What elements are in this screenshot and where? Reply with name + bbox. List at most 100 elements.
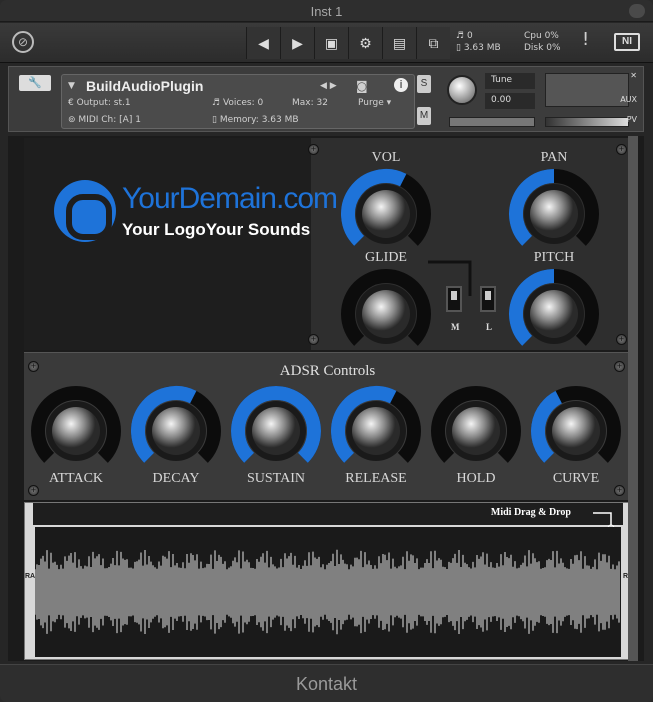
volume-slider[interactable] [545, 117, 629, 127]
ni-logo[interactable]: NI [614, 33, 640, 51]
screw-icon: + [614, 361, 625, 372]
warning-icon[interactable]: ! [582, 29, 589, 50]
camera-icon[interactable]: ◙ [356, 79, 368, 93]
cpu-value: 0% [544, 31, 559, 41]
decay-knob[interactable] [130, 385, 222, 477]
memory-field: ▯ Memory: 3.63 MB [212, 115, 299, 125]
layout-icon[interactable]: ▤ [382, 27, 416, 59]
collapse-icon[interactable]: ▼ [68, 81, 75, 91]
level-meter [545, 73, 629, 107]
midi-value: [A] 1 [119, 115, 141, 125]
output-label: Output: [76, 98, 111, 108]
pitch-knob[interactable] [508, 268, 600, 360]
disk-readout: Disk 0% [524, 43, 561, 53]
vol-knob[interactable] [340, 168, 432, 260]
app-name: Kontakt [295, 674, 358, 694]
decay-label: DECAY [152, 471, 200, 486]
curve-knob[interactable] [530, 385, 622, 477]
midi-drag-bar: Midi Drag & Drop [33, 503, 623, 531]
prev-button[interactable]: ◀ [246, 27, 280, 59]
voices-label: Voices: [222, 98, 255, 108]
tune-value[interactable]: 0.00 [485, 93, 535, 109]
vol-label: VOL [371, 150, 401, 165]
purge-dropdown[interactable]: Purge ▾ [358, 98, 391, 108]
attack-knob[interactable] [30, 385, 122, 477]
instrument-header: 🔧 ▼ BuildAudioPlugin ◀ ▶ ◙ i € Output: s… [8, 66, 644, 132]
tune-label: Tune [485, 73, 535, 89]
waveform-path [35, 549, 620, 635]
instrument-panel: YourDemain.com Your LogoYour Sounds + + … [8, 136, 644, 661]
pan-label: PAN [540, 150, 568, 165]
release-label: RELEASE [345, 471, 407, 486]
glide-knob[interactable] [340, 268, 432, 360]
next-button[interactable]: ▶ [280, 27, 314, 59]
memory-count: 3.63 MB [463, 43, 501, 53]
memory-label: Memory: [219, 115, 259, 125]
info-icon[interactable]: i [394, 78, 408, 92]
tune-knob[interactable] [447, 75, 477, 105]
side-tag-left: RAP [25, 573, 40, 580]
adsr-title: ADSR Controls [279, 363, 376, 379]
scrollbar[interactable] [628, 136, 638, 661]
gear-icon[interactable]: ⚙ [348, 27, 382, 59]
mono-switch[interactable] [446, 286, 462, 312]
max-label: Max: [292, 98, 314, 108]
voices-value: 0 [257, 98, 264, 108]
minimize-view-icon[interactable]: ⧉ [416, 27, 450, 59]
cpu-readout: Cpu 0% [524, 31, 559, 41]
release-knob[interactable] [330, 385, 422, 477]
screw-icon: + [308, 144, 319, 155]
waveform-panel: Midi Drag & Drop RAP RAP [24, 502, 638, 660]
wrench-icon[interactable]: 🔧 [19, 75, 51, 91]
pv-button[interactable]: PV [627, 115, 637, 124]
memory-readout: ▯ 3.63 MB [456, 43, 501, 53]
pan-slider[interactable] [449, 117, 535, 127]
logo-area: YourDemain.com Your LogoYour Sounds [24, 138, 338, 350]
voices-readout: ♬ 0 [456, 31, 473, 41]
purge-label: Purge [358, 98, 384, 108]
instrument-info-box: ▼ BuildAudioPlugin ◀ ▶ ◙ i € Output: st.… [61, 74, 415, 129]
waveform-display[interactable] [35, 527, 621, 657]
logo-domain: YourDemain.com [122, 182, 338, 215]
sustain-knob[interactable] [230, 385, 322, 477]
disk-value: 0% [546, 43, 561, 53]
solo-button[interactable]: S [417, 75, 431, 93]
mute-button[interactable]: M [417, 107, 431, 125]
voices-field: ♬ Voices: 0 [212, 98, 264, 108]
window-close-button[interactable] [629, 4, 645, 18]
legato-switch[interactable] [480, 286, 496, 312]
hold-label: HOLD [456, 471, 496, 486]
pan-knob[interactable] [508, 168, 600, 260]
midi-label: MIDI Ch: [78, 115, 117, 125]
title-bar: Inst 1 [0, 0, 653, 22]
adsr-panel: ADSR Controls + + + + ATTACK DECAY SUSTAIN… [24, 352, 631, 500]
aux-button[interactable]: AUX [620, 95, 637, 104]
screw-icon: + [616, 144, 627, 155]
status-bar: Kontakt [0, 664, 653, 702]
close-icon[interactable]: ✕ [630, 71, 637, 80]
midi-channel-field[interactable]: ⊚ MIDI Ch: [A] 1 [68, 115, 141, 125]
save-icon[interactable]: ▣ [314, 27, 348, 59]
voices-count: 0 [466, 31, 473, 41]
attack-label: ATTACK [48, 471, 104, 486]
hold-knob[interactable] [430, 385, 522, 477]
screw-icon: + [308, 334, 319, 345]
mono-switch-label: M [451, 322, 460, 332]
instrument-prev-next[interactable]: ◀ ▶ [320, 81, 337, 91]
output-value: st.1 [113, 98, 131, 108]
brand-logo-icon [54, 180, 116, 242]
output-field[interactable]: € Output: st.1 [68, 98, 131, 108]
curve-label: CURVE [552, 471, 600, 486]
instrument-name: BuildAudioPlugin [86, 78, 204, 94]
max-voices-field[interactable]: Max: 32 [292, 98, 328, 108]
window-title: Inst 1 [310, 4, 343, 19]
screw-icon: + [616, 334, 627, 345]
max-value: 32 [316, 98, 328, 108]
kontakt-logo-icon[interactable]: ⊘ [12, 31, 34, 53]
disk-label: Disk [524, 43, 544, 53]
cpu-label: Cpu [524, 31, 542, 41]
midi-drag-drop-label[interactable]: Midi Drag & Drop [491, 507, 571, 518]
kontakt-window: Inst 1 ⊘ ◀ ▶ ▣ ⚙ ▤ ⧉ ♬ 0 ▯ 3.63 MB Cpu 0… [0, 0, 653, 702]
logo-tagline: Your LogoYour Sounds [122, 220, 311, 239]
toolbar: ⊘ ◀ ▶ ▣ ⚙ ▤ ⧉ ♬ 0 ▯ 3.63 MB Cpu 0% Disk … [0, 23, 653, 63]
